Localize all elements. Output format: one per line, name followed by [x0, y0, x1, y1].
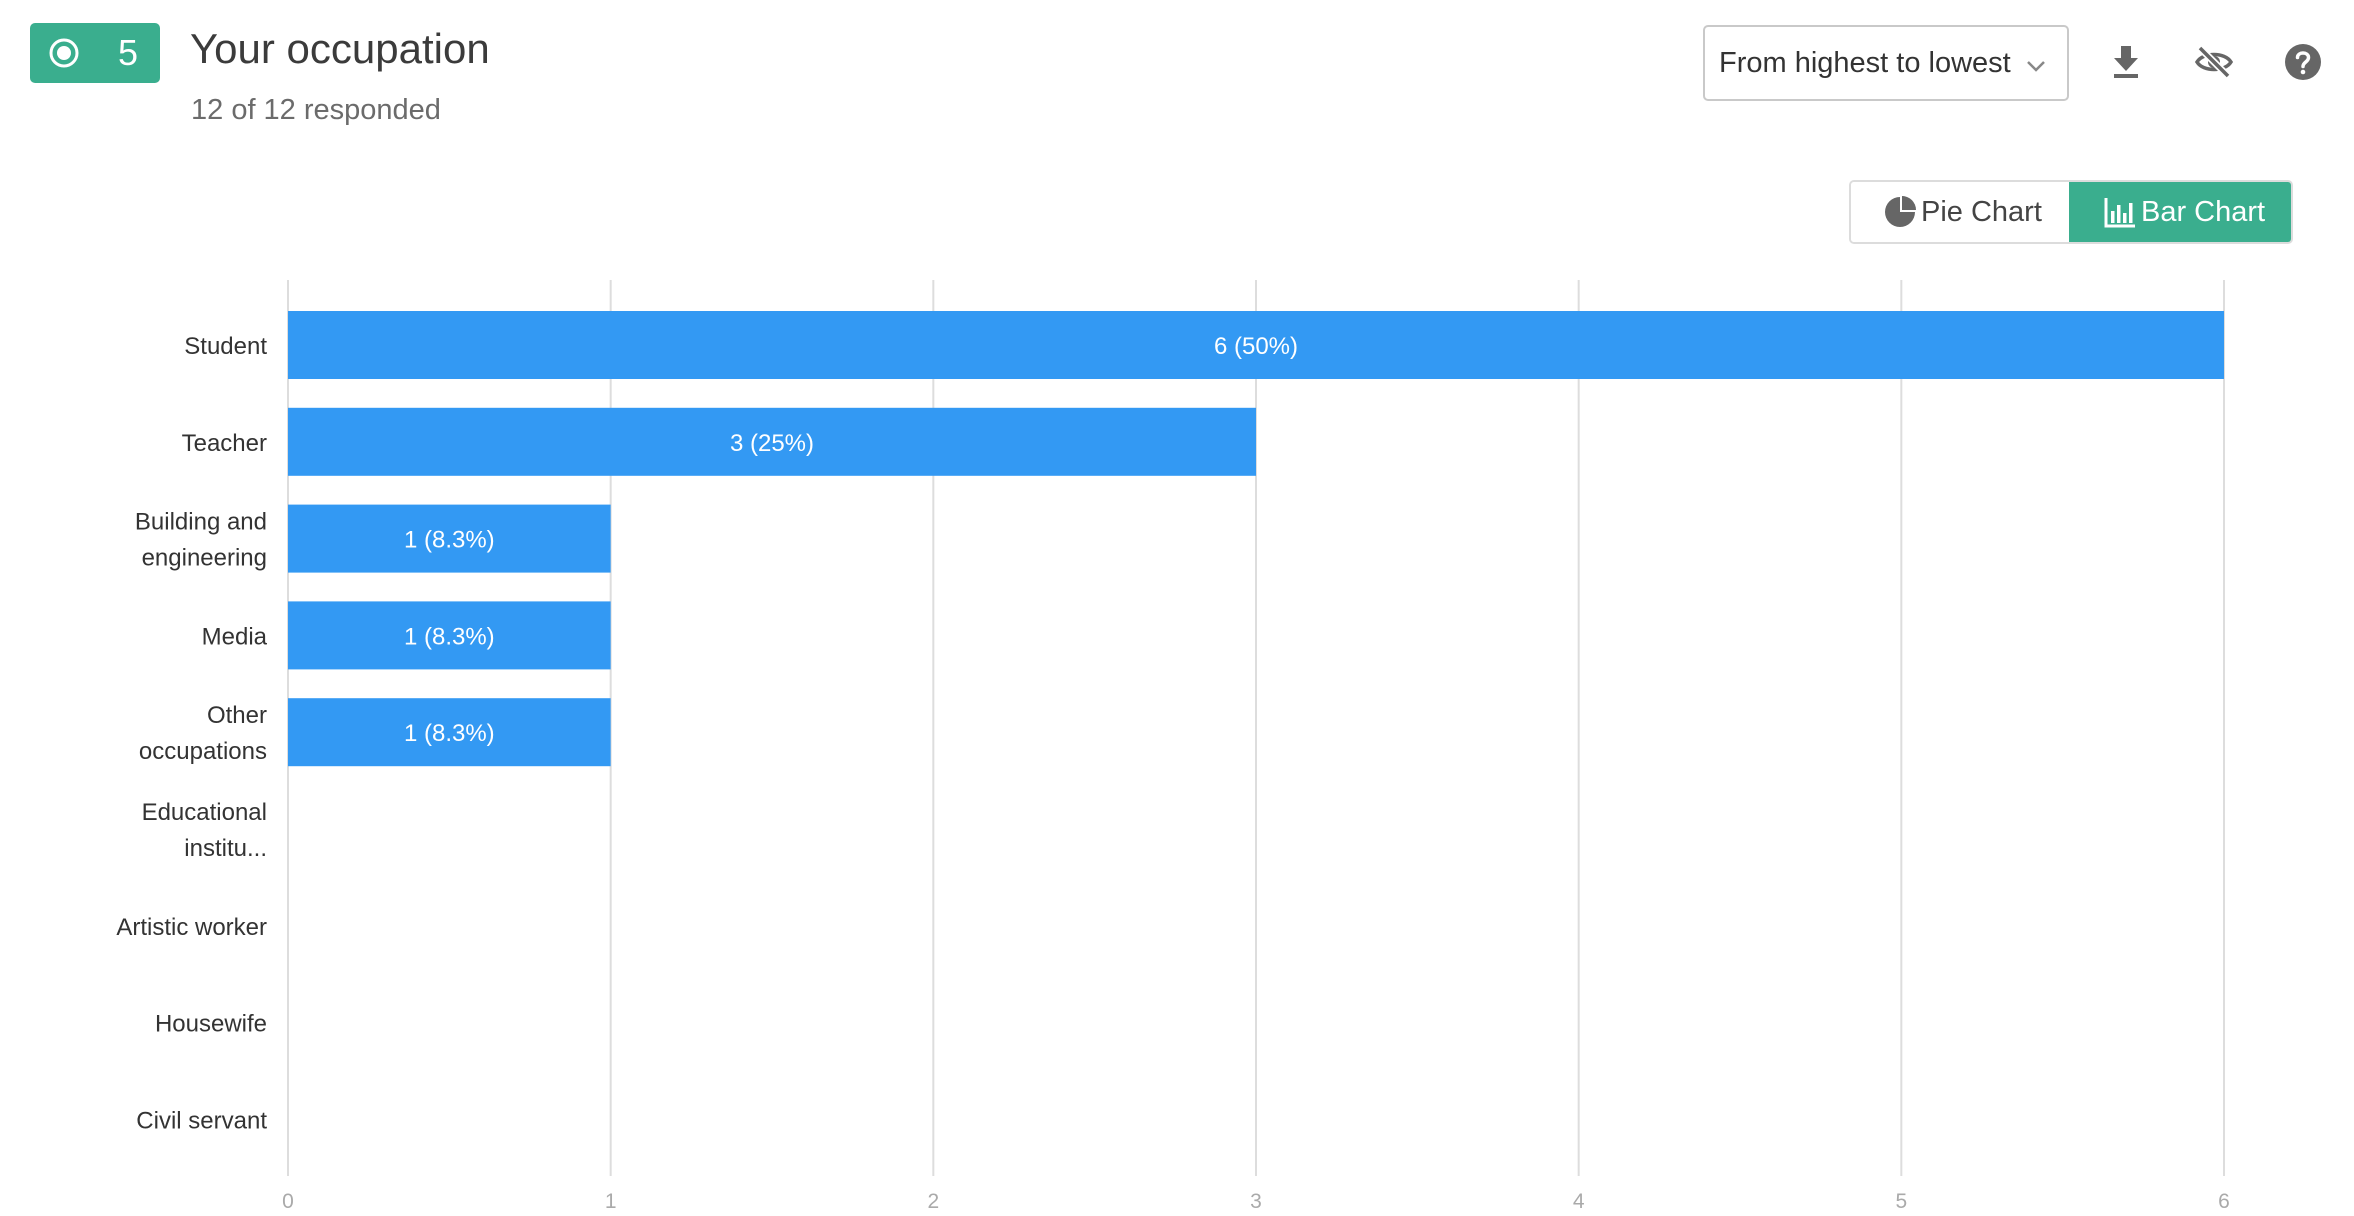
y-category-label: Educational — [142, 799, 267, 826]
x-tick-label: 4 — [1573, 1190, 1585, 1213]
bar-data-label: 3 (25%) — [730, 430, 814, 457]
x-tick-label: 6 — [2218, 1190, 2230, 1213]
x-tick-label: 3 — [1250, 1190, 1262, 1213]
occupation-bar-chart: 0 1 2 3 4 5 6 Student 6 (50%) Teacher 3 (25%) Build… — [116, 280, 2230, 1213]
bar-data-label: 1 (8.3%) — [404, 527, 495, 554]
y-category-label: Civil servant — [136, 1107, 267, 1134]
y-category-label: occupations — [139, 738, 267, 765]
bar-data-label: 1 (8.3%) — [404, 720, 495, 747]
y-category-label: Student — [184, 333, 267, 360]
y-category-label: engineering — [142, 545, 267, 572]
y-category-label: Artistic worker — [116, 914, 267, 941]
x-tick-label: 2 — [927, 1190, 939, 1213]
x-tick-label: 0 — [282, 1190, 294, 1213]
bar-data-label: 1 (8.3%) — [404, 623, 495, 650]
y-category-label: Building and — [135, 509, 267, 536]
x-tick-label: 1 — [605, 1190, 617, 1213]
y-category-label: institu... — [184, 835, 267, 862]
y-category-label: Media — [202, 623, 268, 650]
y-category-label: Other — [207, 702, 267, 729]
x-tick-label: 5 — [1895, 1190, 1907, 1213]
y-category-label: Housewife — [155, 1011, 267, 1038]
y-category-label: Teacher — [182, 430, 267, 457]
bar-data-label: 6 (50%) — [1214, 333, 1298, 360]
